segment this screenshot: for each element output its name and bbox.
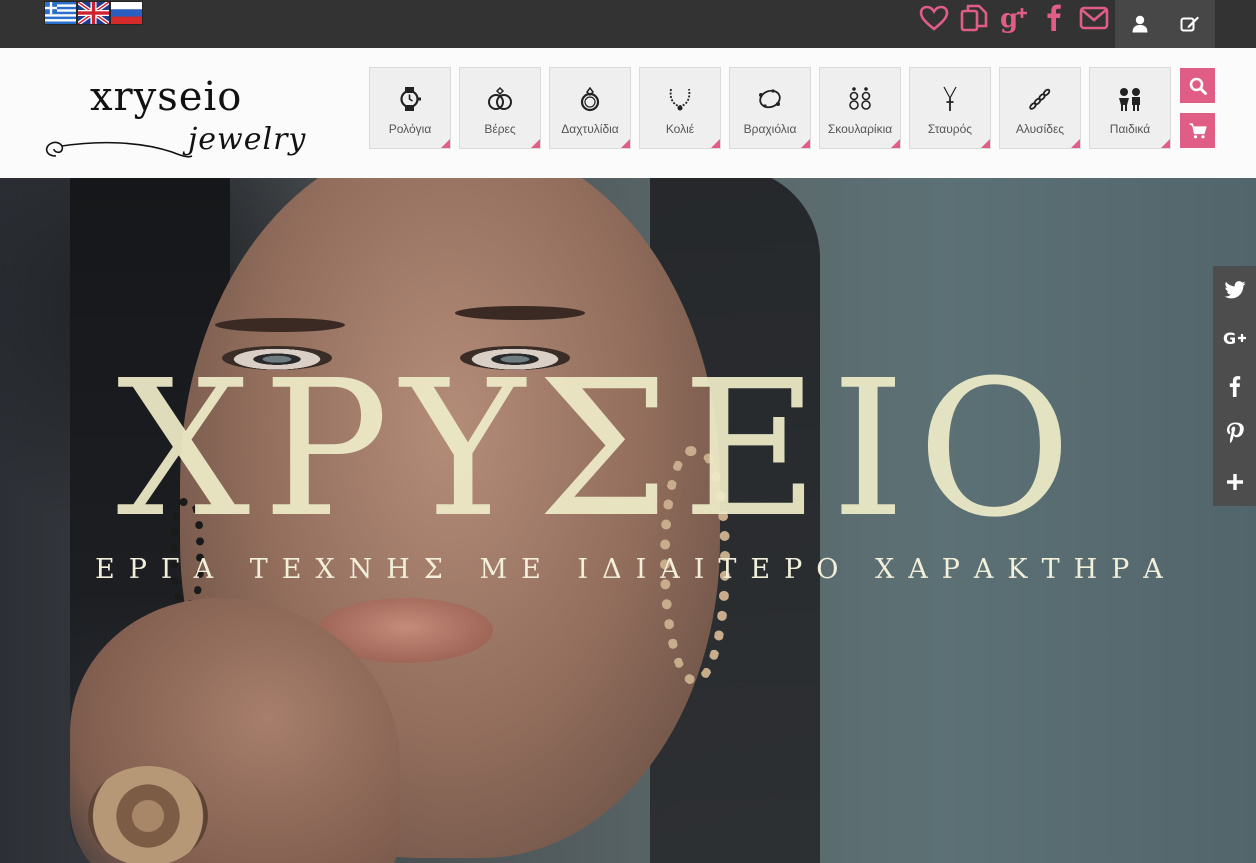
more-share-button[interactable] (1213, 458, 1256, 506)
compare-icon[interactable] (958, 2, 990, 34)
category-wedding-rings[interactable]: Βέρες (459, 67, 541, 149)
hero-banner: ΧΡΥΣΕΙΟ ΕΡΓΑ ΤΕΧΝΗΣ ΜΕ ΙΔΙΑΙΤΕΡΟ ΧΑΡΑΚΤΗ… (0, 178, 1256, 863)
category-label: Κολιέ (665, 122, 695, 136)
cross-pendant-icon (910, 86, 990, 112)
uk-flag[interactable] (78, 2, 109, 24)
account-box (1115, 0, 1215, 48)
bracelet-icon (730, 86, 810, 112)
category-label: Βραχιόλια (743, 122, 797, 136)
user-icon[interactable] (1115, 0, 1165, 48)
twitter-icon (1224, 281, 1245, 299)
google-plus-share-button[interactable]: G (1213, 314, 1256, 362)
envelope-icon[interactable] (1078, 2, 1110, 34)
category-rings[interactable]: Δαχτυλίδια (549, 67, 631, 149)
category-label: Σταυρός (927, 122, 973, 136)
chain-icon (1000, 86, 1080, 112)
cart-icon (1189, 122, 1207, 138)
category-necklaces[interactable]: Κολιέ (639, 67, 721, 149)
category-kids[interactable]: Παιδικά (1089, 67, 1171, 149)
svg-text:g: g (1000, 4, 1018, 33)
site-logo[interactable]: xryseio jewelry (42, 72, 305, 172)
facebook-icon (1229, 376, 1240, 397)
heart-icon[interactable] (918, 2, 950, 34)
category-chains[interactable]: Αλυσίδες (999, 67, 1081, 149)
twitter-share-button[interactable] (1213, 266, 1256, 314)
edit-icon[interactable] (1165, 0, 1215, 48)
category-bracelets[interactable]: Βραχιόλια (729, 67, 811, 149)
corner-marker (711, 139, 720, 148)
svg-text:G: G (1223, 329, 1236, 347)
corner-marker (981, 139, 990, 148)
top-bar: g (0, 0, 1256, 48)
pinterest-share-button[interactable] (1213, 410, 1256, 458)
category-label: Παιδικά (1109, 122, 1151, 136)
corner-marker (1161, 139, 1170, 148)
google-plus-icon: G (1223, 329, 1246, 347)
hero-title: ΧΡΥΣΕΙΟ (116, 340, 1084, 559)
category-label: Βέρες (484, 122, 516, 136)
category-watches[interactable]: Ρολόγια (369, 67, 451, 149)
corner-marker (621, 139, 630, 148)
necklace-icon (640, 86, 720, 112)
facebook-icon[interactable] (1038, 2, 1070, 34)
cart-button[interactable] (1180, 113, 1215, 148)
share-sidebar: G (1213, 266, 1256, 506)
hero-photo-brow (215, 318, 345, 332)
category-crosses[interactable]: Σταυρός (909, 67, 991, 149)
hero-subtitle: ΕΡΓΑ ΤΕΧΝΗΣ ΜΕ ΙΔΙΑΙΤΕΡΟ ΧΑΡΑΚΤΗΡΑ (95, 554, 1177, 585)
logo-main-text: xryseio (90, 74, 243, 120)
plus-icon (1226, 474, 1243, 490)
header: xryseio jewelry Ρολόγια Βέρες Δαχτυλίδια (0, 48, 1256, 178)
search-button[interactable] (1180, 68, 1215, 103)
category-label: Δαχτυλίδια (561, 122, 619, 136)
ring-icon (550, 86, 630, 112)
category-label: Αλυσίδες (1015, 122, 1065, 136)
category-earrings[interactable]: Σκουλαρίκια (819, 67, 901, 149)
search-icon (1189, 77, 1207, 95)
wedding-rings-icon (460, 86, 540, 112)
pinterest-icon (1226, 422, 1244, 444)
corner-marker (891, 139, 900, 148)
facebook-share-button[interactable] (1213, 362, 1256, 410)
category-label: Ρολόγια (388, 122, 432, 136)
hero-photo-ring (88, 766, 208, 863)
corner-marker (441, 139, 450, 148)
language-switcher (45, 2, 142, 24)
google-plus-icon[interactable]: g (998, 2, 1030, 34)
russia-flag[interactable] (111, 2, 142, 24)
kids-icon (1090, 86, 1170, 112)
category-label: Σκουλαρίκια (827, 122, 893, 136)
logo-sub-text: jewelry (188, 122, 307, 157)
corner-marker (801, 139, 810, 148)
category-nav: Ρολόγια Βέρες Δαχτυλίδια Κολιέ Βραχιόλια… (369, 67, 1171, 149)
corner-marker (1071, 139, 1080, 148)
corner-marker (531, 139, 540, 148)
greek-flag[interactable] (45, 2, 76, 24)
hero-photo-brow (455, 306, 585, 320)
watch-icon (370, 86, 450, 112)
top-icons: g (918, 0, 1110, 36)
earrings-icon (820, 86, 900, 112)
